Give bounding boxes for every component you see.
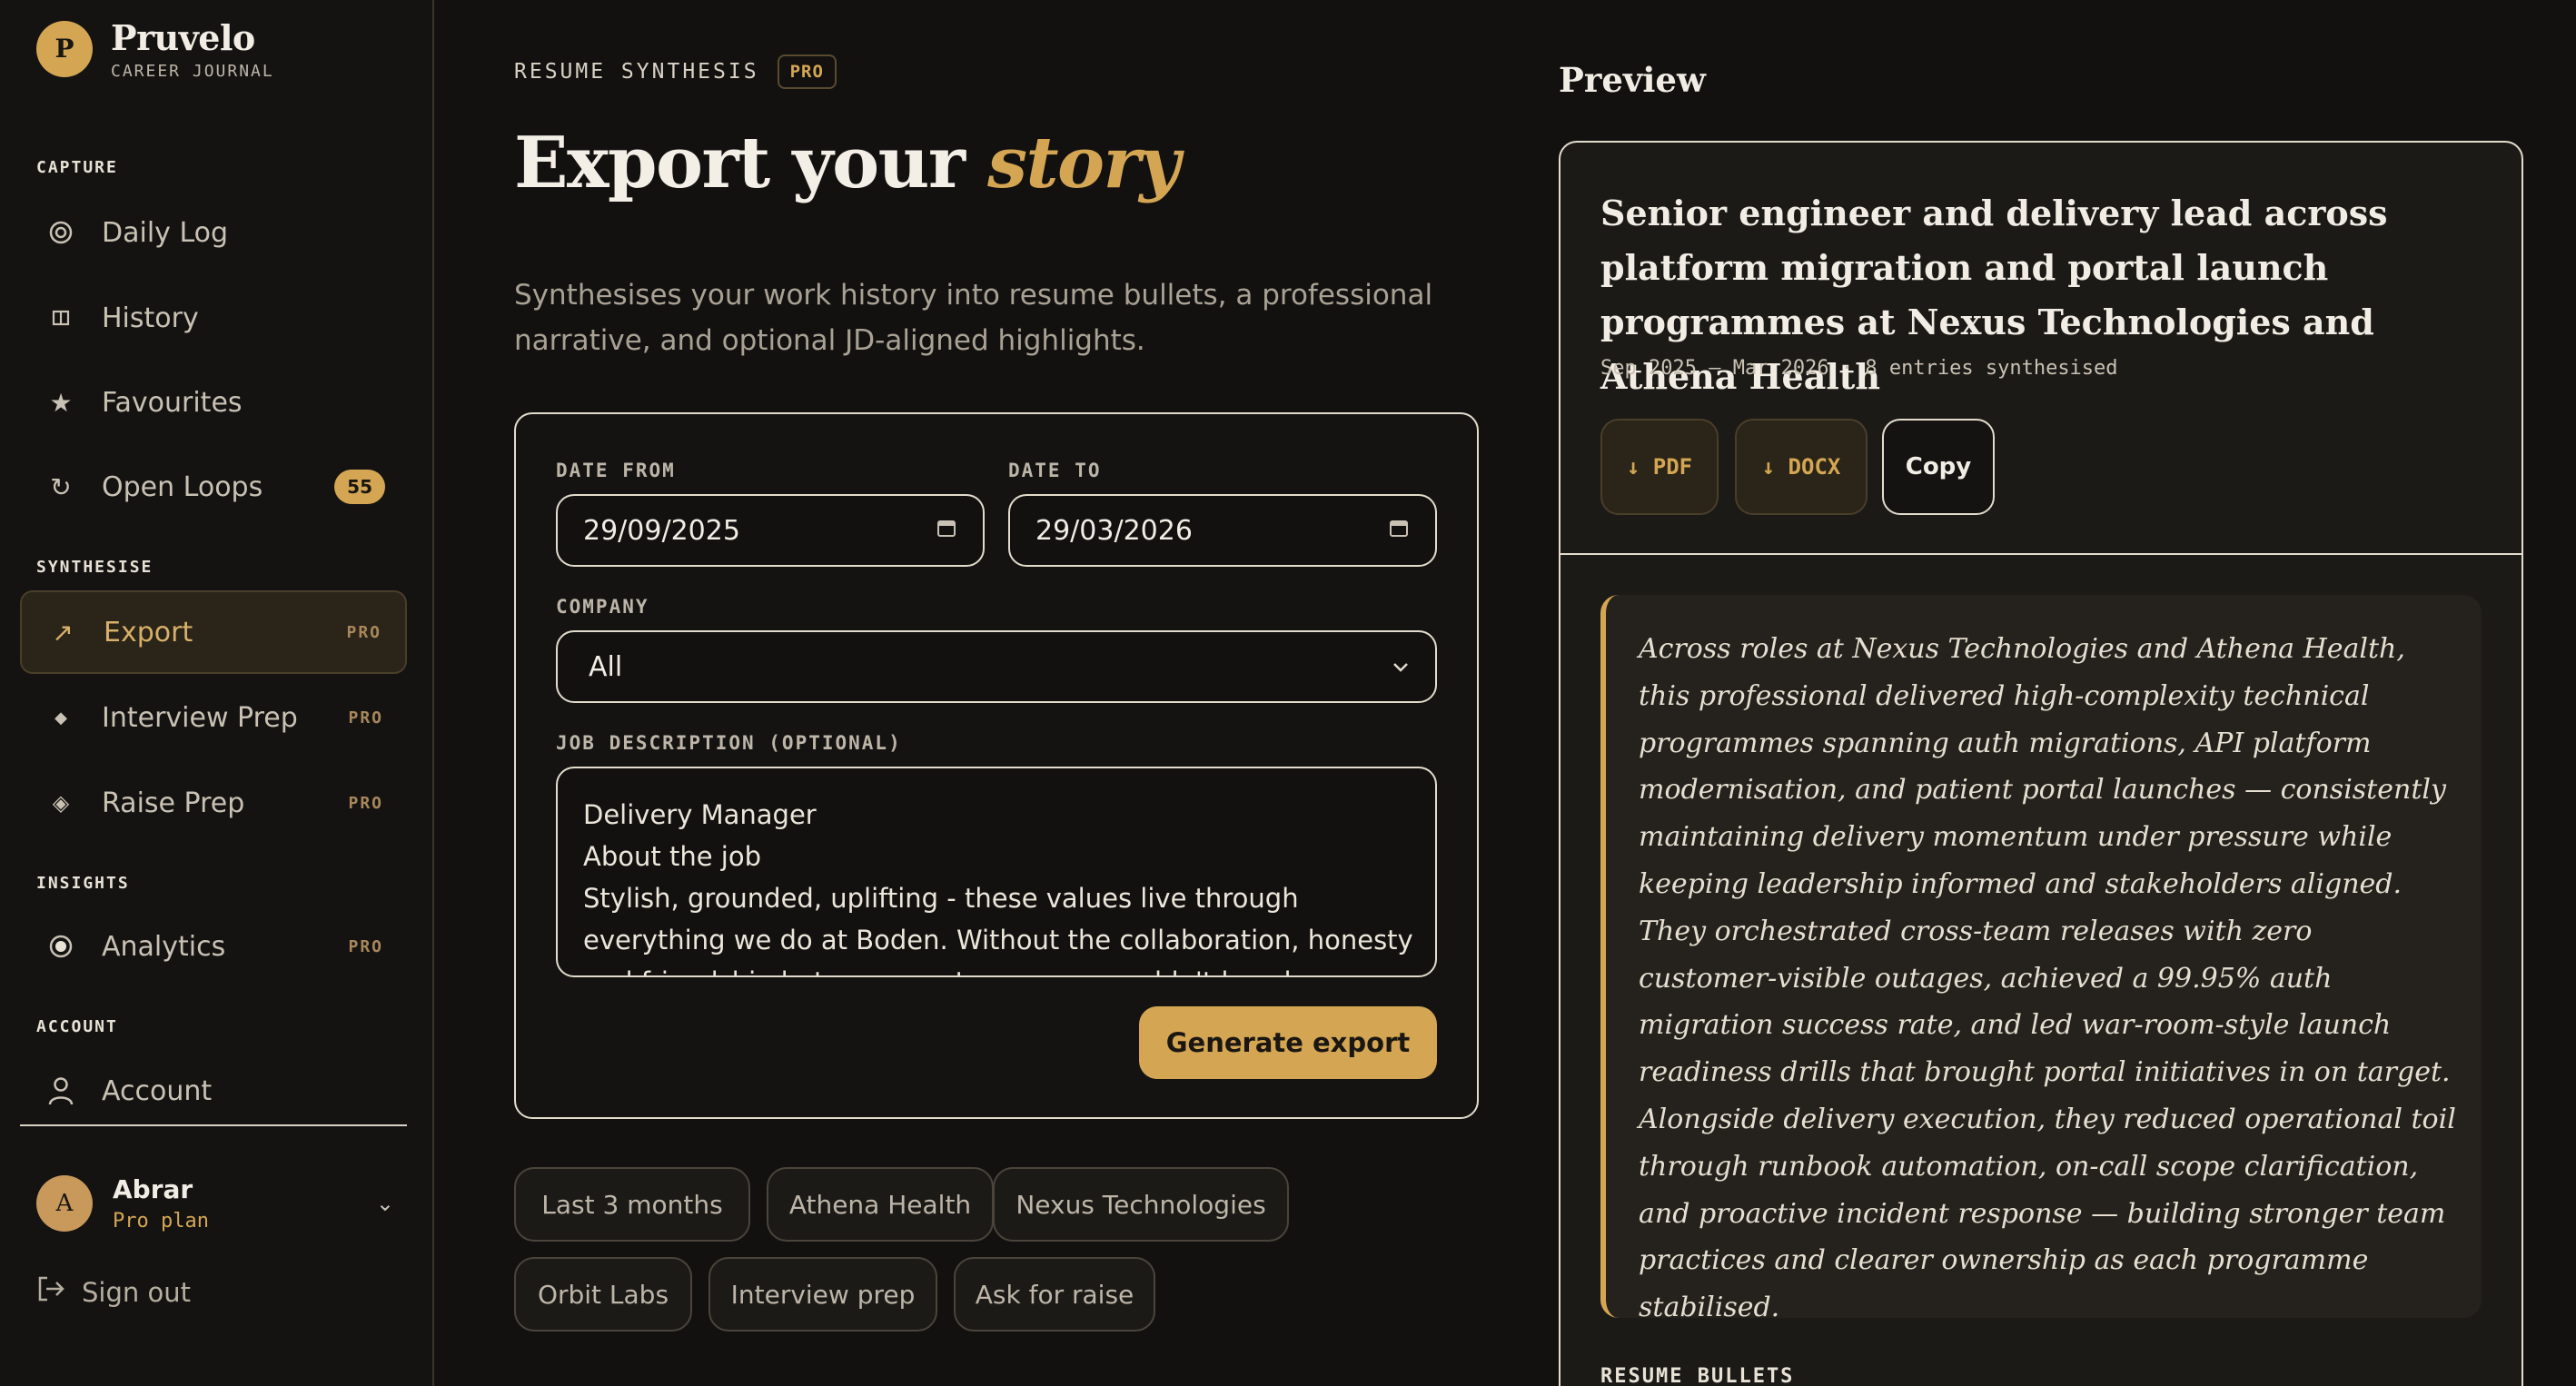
- sidebar-item-label: Analytics: [102, 930, 226, 963]
- jd-line: and friendship between our teams, we wou…: [583, 961, 1410, 975]
- export-form: DATE FROM 29/09/2025 DATE TO 29/03/2026 …: [514, 412, 1479, 1119]
- sidebar-item-daily-log[interactable]: Daily Log: [20, 191, 407, 274]
- user-name: Abrar: [113, 1174, 193, 1204]
- jd-line: Stylish, grounded, uplifting - these val…: [583, 883, 1299, 914]
- chip-interview-prep[interactable]: Interview prep: [708, 1257, 937, 1332]
- section-label-insights: INSIGHTS: [36, 874, 130, 893]
- date-to-input[interactable]: 29/03/2026: [1008, 494, 1437, 567]
- page-title-main: Export your: [514, 122, 966, 204]
- brand-subtitle: CAREER JOURNAL: [111, 62, 274, 81]
- sidebar-item-account[interactable]: Account: [20, 1049, 407, 1133]
- sidebar: P Pruvelo CAREER JOURNAL CAPTURE Daily L…: [0, 0, 434, 1386]
- date-from-label: DATE FROM: [556, 460, 676, 481]
- sidebar-item-history[interactable]: History: [20, 276, 407, 360]
- resume-bullets-label: RESUME BULLETS: [1600, 1365, 1795, 1386]
- sidebar-item-label: Export: [104, 616, 193, 648]
- divider: [20, 1124, 407, 1126]
- section-label-account: ACCOUNT: [36, 1017, 118, 1036]
- chevron-down-icon: [1392, 654, 1410, 679]
- chip-ask-for-raise[interactable]: Ask for raise: [954, 1257, 1155, 1332]
- sidebar-item-label: Daily Log: [102, 216, 229, 249]
- sidebar-item-favourites[interactable]: ★ Favourites: [20, 361, 407, 444]
- sidebar-item-label: Open Loops: [102, 470, 263, 503]
- open-loops-count-badge: 55: [334, 470, 385, 504]
- chip-orbit-labs[interactable]: Orbit Labs: [514, 1257, 692, 1332]
- sidebar-item-label: Favourites: [102, 386, 243, 419]
- sidebar-item-label: History: [102, 302, 199, 334]
- brand-logo: P: [36, 20, 93, 77]
- chip-last-3-months[interactable]: Last 3 months: [514, 1167, 750, 1242]
- brand-name: Pruvelo: [111, 17, 255, 58]
- jd-line: everything we do at Boden. Without the c…: [583, 925, 1413, 955]
- book-icon: [45, 307, 76, 329]
- radio-icon: [45, 934, 76, 959]
- sidebar-item-label: Raise Prep: [102, 787, 245, 819]
- eyebrow-text: RESUME SYNTHESIS: [514, 60, 759, 84]
- download-docx-button[interactable]: ↓ DOCX: [1735, 419, 1868, 515]
- user-icon: [45, 1076, 76, 1105]
- pro-tag: PRO: [348, 708, 383, 728]
- pro-tag: PRO: [348, 936, 383, 956]
- target-icon: [45, 220, 76, 245]
- sidebar-item-interview-prep[interactable]: ◆ Interview Prep PRO: [20, 676, 407, 759]
- sign-out-label: Sign out: [82, 1277, 191, 1308]
- app-root: P Pruvelo CAREER JOURNAL CAPTURE Daily L…: [0, 0, 2576, 1386]
- date-to-value: 29/03/2026: [1035, 514, 1193, 547]
- calendar-icon[interactable]: [1388, 517, 1410, 545]
- jd-line: About the job: [583, 841, 761, 872]
- download-pdf-button[interactable]: ↓ PDF: [1600, 419, 1719, 515]
- sidebar-item-raise-prep[interactable]: ◈ Raise Prep PRO: [20, 761, 407, 845]
- user-menu[interactable]: A Abrar Pro plan ⌄: [36, 1172, 400, 1235]
- section-label-capture: CAPTURE: [36, 158, 118, 177]
- chip-nexus-technologies[interactable]: Nexus Technologies: [993, 1167, 1289, 1242]
- generate-export-button[interactable]: Generate export: [1139, 1006, 1437, 1079]
- pro-badge: PRO: [777, 54, 837, 89]
- job-description-textarea[interactable]: Delivery Manager About the job Stylish, …: [556, 767, 1437, 977]
- sidebar-item-label: Account: [102, 1074, 213, 1107]
- jd-line: Delivery Manager: [583, 799, 817, 830]
- page-description: Synthesises your work history into resum…: [514, 279, 1433, 357]
- pro-tag: PRO: [348, 793, 383, 813]
- pro-tag: PRO: [346, 622, 381, 642]
- sidebar-item-label: Interview Prep: [102, 701, 298, 734]
- preview-card: Senior engineer and delivery lead across…: [1559, 141, 2523, 1386]
- sign-out-icon: [36, 1275, 65, 1310]
- star-icon: ★: [49, 387, 73, 418]
- page-title: Export your story: [514, 122, 1180, 204]
- preview-heading: Preview: [1559, 60, 1706, 100]
- user-plan: Pro plan: [113, 1210, 209, 1233]
- sidebar-item-export[interactable]: ↗ Export PRO: [20, 590, 407, 674]
- arrow-up-right-icon: ↗: [52, 617, 74, 648]
- avatar: A: [36, 1175, 93, 1232]
- preview-header: Senior engineer and delivery lead across…: [1560, 143, 2522, 555]
- sidebar-item-analytics[interactable]: Analytics PRO: [20, 905, 407, 988]
- section-label-synthesise: SYNTHESISE: [36, 558, 154, 577]
- refresh-icon: ↻: [50, 471, 72, 502]
- chevron-down-icon: ⌄: [375, 1191, 394, 1216]
- diamond-icon: ◆: [54, 708, 67, 728]
- calendar-icon[interactable]: [936, 517, 957, 545]
- date-to-label: DATE TO: [1008, 460, 1102, 481]
- company-value: All: [589, 650, 623, 683]
- professional-narrative: Across roles at Nexus Technologies and A…: [1600, 595, 2482, 1323]
- brand[interactable]: P Pruvelo CAREER JOURNAL: [36, 16, 274, 81]
- diamond-outline-icon: ◈: [52, 790, 70, 816]
- job-description-label: JOB DESCRIPTION (OPTIONAL): [556, 732, 902, 754]
- copy-button[interactable]: Copy: [1882, 419, 1995, 515]
- date-from-value: 29/09/2025: [583, 514, 740, 547]
- eyebrow: RESUME SYNTHESIS PRO: [514, 54, 837, 89]
- page-title-accent: story: [987, 122, 1180, 204]
- chip-athena-health[interactable]: Athena Health: [767, 1167, 994, 1242]
- sidebar-item-open-loops[interactable]: ↻ Open Loops 55: [20, 445, 407, 529]
- company-select[interactable]: All: [556, 630, 1437, 703]
- date-from-input[interactable]: 29/09/2025: [556, 494, 985, 567]
- preview-meta: Sep 2025 – Mar 2026 · 8 entries synthesi…: [1600, 357, 2118, 380]
- company-label: COMPANY: [556, 596, 649, 618]
- sign-out-button[interactable]: Sign out: [36, 1275, 191, 1310]
